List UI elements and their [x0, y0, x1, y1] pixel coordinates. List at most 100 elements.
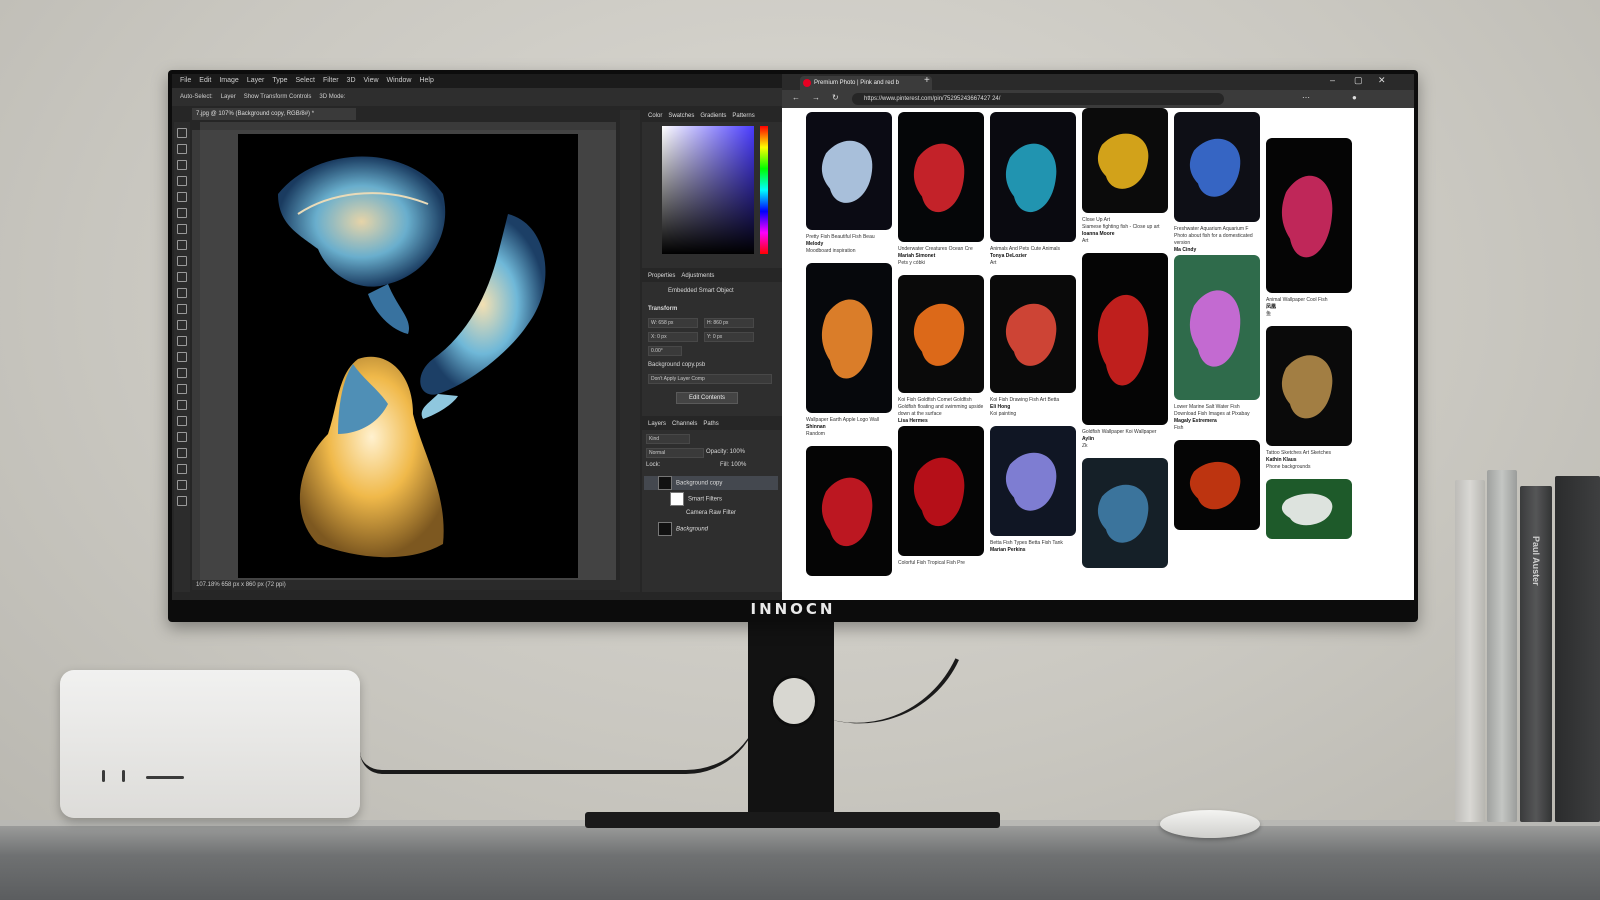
pin-user[interactable]: 凤凰: [1266, 304, 1352, 311]
ps-option[interactable]: 3D Mode:: [319, 88, 345, 106]
pin-image[interactable]: [806, 446, 892, 576]
layer-background-copy[interactable]: Background copy: [644, 476, 778, 490]
panel-tab[interactable]: Patterns: [732, 110, 754, 122]
pin-image[interactable]: [806, 263, 892, 413]
close-icon[interactable]: ✕: [1378, 75, 1386, 86]
opacity-label[interactable]: Opacity: 100%: [706, 449, 745, 455]
browser-tab[interactable]: Premium Photo | Pink and red b: [800, 76, 932, 90]
ps-canvas[interactable]: [238, 134, 578, 578]
ps-menu-item[interactable]: Help: [419, 74, 433, 88]
pin-user[interactable]: Ioanna Moore: [1082, 231, 1168, 238]
panel-tab[interactable]: Properties: [648, 270, 675, 282]
blend-mode-select[interactable]: Normal: [646, 448, 704, 458]
tool-icon[interactable]: [177, 144, 187, 154]
pin-user[interactable]: Shinnan: [806, 424, 892, 431]
layer-smart-filters[interactable]: Smart Filters: [644, 492, 778, 506]
tool-icon[interactable]: [177, 480, 187, 490]
pin-user[interactable]: Eli Hong: [990, 404, 1076, 411]
profile-icon[interactable]: ●: [1352, 93, 1357, 102]
panel-tab[interactable]: Gradients: [700, 110, 726, 122]
tool-icon[interactable]: [177, 496, 187, 506]
edit-contents-button[interactable]: Edit Contents: [676, 392, 738, 404]
ps-menu-item[interactable]: Window: [387, 74, 412, 88]
hue-slider[interactable]: [760, 126, 768, 254]
forward-icon[interactable]: →: [812, 93, 820, 102]
tool-icon[interactable]: [177, 240, 187, 250]
pin-image[interactable]: [1082, 108, 1168, 213]
y-field[interactable]: Y: 0 px: [704, 332, 754, 342]
fill-label[interactable]: Fill: 100%: [720, 462, 746, 468]
pin-image[interactable]: [1082, 253, 1168, 425]
ps-menu-item[interactable]: View: [364, 74, 379, 88]
ps-document-tab[interactable]: 7.jpg @ 107% (Background copy, RGB/8#) *: [192, 108, 356, 120]
layer-background[interactable]: Background: [644, 522, 778, 536]
width-field[interactable]: W: 658 px: [648, 318, 698, 328]
tool-icon[interactable]: [177, 160, 187, 170]
refresh-icon[interactable]: ↻: [832, 93, 839, 102]
tool-icon[interactable]: [177, 304, 187, 314]
tool-icon[interactable]: [177, 320, 187, 330]
pin-image[interactable]: [990, 112, 1076, 242]
tool-icon[interactable]: [177, 448, 187, 458]
panel-tab[interactable]: Adjustments: [681, 270, 714, 282]
pin-image[interactable]: [1174, 440, 1260, 530]
tool-icon[interactable]: [177, 464, 187, 474]
x-field[interactable]: X: 0 px: [648, 332, 698, 342]
ps-menu-item[interactable]: Image: [219, 74, 238, 88]
panel-tab[interactable]: Color: [648, 110, 662, 122]
minimize-icon[interactable]: –: [1330, 75, 1335, 85]
layer-camera-raw-filter[interactable]: Camera Raw Filter: [644, 506, 778, 520]
ps-option[interactable]: Layer: [221, 88, 236, 106]
height-field[interactable]: H: 860 px: [704, 318, 754, 328]
pin-image[interactable]: [1174, 112, 1260, 222]
pin-image[interactable]: [806, 112, 892, 230]
pin-image[interactable]: [990, 275, 1076, 393]
ps-option[interactable]: Auto-Select:: [180, 88, 213, 106]
pin-user[interactable]: Melody: [806, 241, 892, 248]
tool-icon[interactable]: [177, 208, 187, 218]
tool-icon[interactable]: [177, 256, 187, 266]
new-tab-icon[interactable]: +: [924, 75, 930, 86]
pin-user[interactable]: Marian Perkins: [990, 547, 1076, 554]
pin-image[interactable]: [898, 112, 984, 242]
pin-user[interactable]: Mariah Simonet: [898, 253, 984, 260]
ps-menu-item[interactable]: 3D: [347, 74, 356, 88]
layer-comp-select[interactable]: Don't Apply Layer Comp: [648, 374, 772, 384]
pin-image[interactable]: [1082, 458, 1168, 568]
tool-icon[interactable]: [177, 400, 187, 410]
angle-field[interactable]: 0.00°: [648, 346, 682, 356]
ps-menu-item[interactable]: File: [180, 74, 191, 88]
tool-icon[interactable]: [177, 352, 187, 362]
pin-image[interactable]: [990, 426, 1076, 536]
tool-icon[interactable]: [177, 368, 187, 378]
tool-icon[interactable]: [177, 224, 187, 234]
ps-menu-item[interactable]: Select: [296, 74, 315, 88]
pin-image[interactable]: [898, 426, 984, 556]
tool-icon[interactable]: [177, 176, 187, 186]
panel-tab[interactable]: Channels: [672, 418, 697, 430]
tool-icon[interactable]: [177, 384, 187, 394]
tool-icon[interactable]: [177, 272, 187, 282]
back-icon[interactable]: ←: [792, 93, 800, 102]
tool-icon[interactable]: [177, 336, 187, 346]
pin-image[interactable]: [1266, 479, 1352, 539]
pin-image[interactable]: [1266, 326, 1352, 446]
pin-user[interactable]: Aylin: [1082, 436, 1168, 443]
pin-user[interactable]: Lisa Hermes: [898, 418, 984, 425]
pin-user[interactable]: Kathin Klaus: [1266, 457, 1352, 464]
tool-icon[interactable]: [177, 192, 187, 202]
address-bar[interactable]: https://www.pinterest.com/pin/7529524366…: [852, 93, 1224, 105]
pin-user[interactable]: Ma Cindy: [1174, 247, 1260, 254]
tool-icon[interactable]: [177, 128, 187, 138]
tool-icon[interactable]: [177, 416, 187, 426]
extensions-icon[interactable]: ⋯: [1302, 93, 1310, 102]
panel-tab[interactable]: Paths: [703, 418, 718, 430]
pin-user[interactable]: Magaly Estremera: [1174, 418, 1260, 425]
panel-tab[interactable]: Swatches: [668, 110, 694, 122]
ps-menu-item[interactable]: Edit: [199, 74, 211, 88]
tool-icon[interactable]: [177, 432, 187, 442]
ps-option[interactable]: Show Transform Controls: [244, 88, 312, 106]
ps-menu-item[interactable]: Filter: [323, 74, 339, 88]
maximize-icon[interactable]: ▢: [1354, 75, 1363, 86]
ps-menu-item[interactable]: Type: [272, 74, 287, 88]
